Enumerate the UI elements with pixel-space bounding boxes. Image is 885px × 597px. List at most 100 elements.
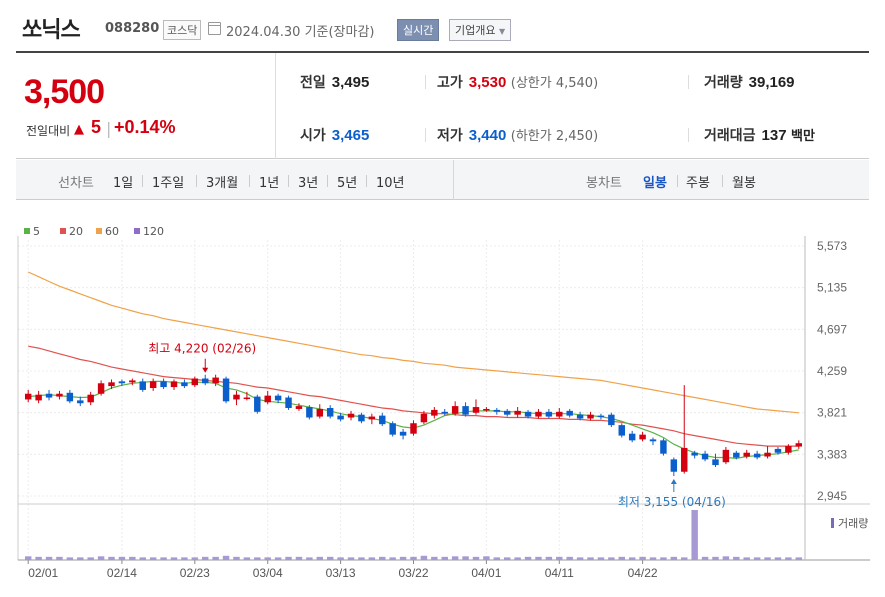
volume-label: 거래량 — [704, 75, 743, 91]
candle-body — [222, 378, 230, 402]
candle-chart-label: 봉차트 — [586, 176, 622, 191]
volume-bar — [77, 557, 84, 560]
volume-bar — [264, 557, 271, 560]
volume-bar — [337, 557, 344, 560]
candle-body — [535, 411, 542, 417]
line-chart-label: 선차트 — [58, 176, 94, 191]
candle-body — [56, 393, 63, 397]
candle-body — [608, 414, 615, 426]
volume-bar — [358, 557, 365, 560]
volume-bar — [118, 556, 126, 560]
legend-label: 5 — [33, 225, 40, 238]
volume-bar — [597, 557, 605, 560]
x-tick-label: 02/14 — [107, 566, 137, 580]
candle-body — [743, 452, 750, 457]
candle-body — [545, 411, 553, 417]
volume-bar — [139, 557, 146, 560]
candle-body — [326, 408, 334, 417]
period-1day[interactable]: 1일 — [113, 172, 133, 191]
stock-chart[interactable]: 5 20 60 120 5,573 5,135 4,697 4,259 3,821 3,383 2,… — [0, 220, 885, 597]
volume-bar — [347, 557, 355, 560]
company-info-button[interactable]: 기업개요 ▼ — [449, 19, 512, 41]
candle-body — [347, 413, 355, 418]
candle-daily[interactable]: 일봉 — [643, 172, 667, 191]
volume-bar — [493, 557, 501, 560]
volume-bar — [149, 557, 157, 560]
volume-bar — [628, 557, 636, 560]
period-1year[interactable]: 1년 — [259, 172, 279, 191]
low-cell: 저가 3,440 (하한가 2,450) — [437, 125, 598, 145]
volume-bar — [649, 557, 657, 560]
realtime-button[interactable]: 실시간 — [397, 19, 440, 41]
candle-body — [274, 395, 282, 401]
x-tick-label: 04/11 — [545, 566, 574, 580]
change-separator: | — [106, 119, 112, 138]
period-1week[interactable]: 1주일 — [152, 172, 184, 191]
candle-body — [129, 380, 136, 383]
x-tick-label: 04/22 — [628, 566, 658, 580]
y-tick-label: 3,383 — [817, 447, 847, 461]
volume-bar — [326, 556, 334, 560]
change-percent: +0.14% — [114, 117, 176, 137]
prev-close-value: 3,495 — [331, 74, 370, 91]
candle-body — [118, 381, 126, 384]
period-5year[interactable]: 5년 — [337, 172, 357, 191]
divider — [688, 128, 689, 142]
volume-bar — [212, 556, 219, 560]
low-arrow-icon — [670, 479, 677, 485]
volume-bar — [254, 557, 261, 560]
period-10year[interactable]: 10년 — [376, 172, 405, 191]
volume-bar — [753, 557, 761, 560]
divider — [366, 175, 367, 187]
candle-body — [795, 443, 803, 447]
volume-bar — [191, 557, 199, 560]
legend-label: 120 — [143, 225, 164, 238]
candle-body — [587, 414, 594, 419]
candle-body — [108, 382, 115, 387]
high-annotation: 최고 4,220 (02/26) — [148, 342, 256, 356]
candle-body — [243, 397, 251, 400]
candle-body — [35, 394, 42, 401]
y-tick-label: 4,697 — [817, 322, 847, 336]
divider — [688, 75, 689, 89]
volume-bar — [441, 556, 448, 560]
volume-bar — [535, 556, 542, 560]
calendar-icon — [208, 22, 221, 35]
candle-body — [503, 410, 511, 415]
volume-bar — [576, 557, 584, 560]
candle-body — [785, 446, 792, 453]
x-tick-label: 03/04 — [253, 566, 283, 580]
candle-body — [462, 406, 469, 415]
candle-body — [483, 408, 490, 411]
period-3month[interactable]: 3개월 — [206, 172, 238, 191]
candle-monthly[interactable]: 월봉 — [732, 172, 756, 191]
candle-body — [191, 378, 199, 386]
period-3year[interactable]: 3년 — [298, 172, 318, 191]
x-tick-label: 02/23 — [180, 566, 210, 580]
volume-bar — [472, 556, 480, 560]
current-price-box: 3,500 전일대비 ▲ 5 | +0.14% — [16, 53, 276, 159]
volume-bar — [66, 557, 74, 560]
volume-bar — [389, 557, 396, 560]
y-tick-label: 4,259 — [817, 364, 847, 378]
volume-bar — [785, 557, 792, 560]
current-price: 3,500 — [24, 73, 105, 111]
volume-bar — [379, 556, 386, 560]
low-annotation: 최저 3,155 (04/16) — [618, 495, 726, 509]
candle-body — [701, 453, 709, 460]
volume-bar — [285, 556, 292, 560]
volume-bar — [97, 556, 105, 560]
candle-body — [628, 433, 636, 441]
prev-close-cell: 전일 3,495 — [300, 72, 369, 92]
candle-weekly[interactable]: 주봉 — [686, 172, 710, 191]
volume-bar — [712, 556, 719, 560]
divider — [196, 175, 197, 187]
stock-name: 쏘닉스 — [22, 18, 81, 43]
candle-body — [451, 406, 459, 414]
legend-swatch — [60, 228, 66, 234]
y-tick-label: 2,945 — [817, 489, 847, 503]
candle-body — [358, 414, 365, 422]
volume-bar — [45, 556, 53, 560]
candle-body — [389, 423, 396, 435]
volume-bar — [160, 557, 167, 560]
